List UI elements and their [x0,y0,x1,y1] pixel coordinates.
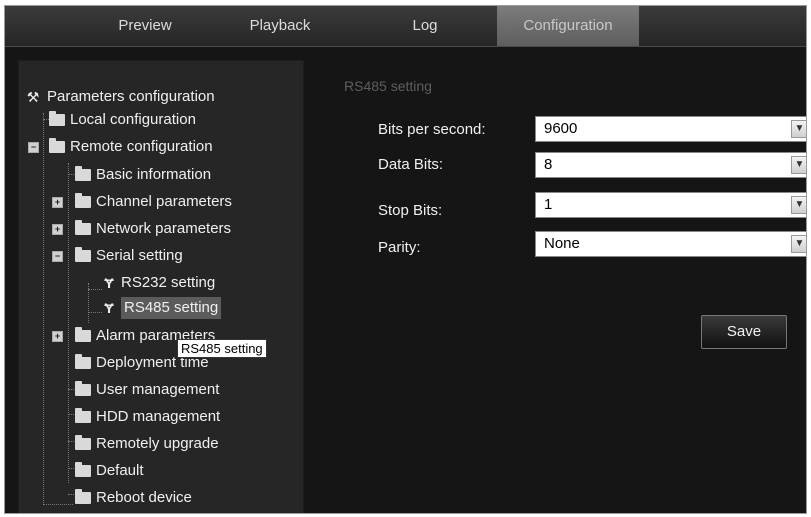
tree-item-local[interactable]: Local configuration [49,109,196,131]
folder-icon [75,462,91,477]
expand-channel-icon[interactable]: + [52,197,63,208]
tooltip: RS485 setting [177,339,267,358]
stop-bits-select[interactable]: 1 ▼ [535,192,806,218]
folder-icon [75,354,91,369]
tree-item-default[interactable]: Default [75,460,144,482]
wrench-icon: Ɏ [104,275,114,291]
tree-item-remote[interactable]: Remote configuration [49,136,213,158]
tab-preview[interactable]: Preview [85,6,205,46]
expand-alarm-icon[interactable]: + [52,331,63,342]
save-button[interactable]: Save [701,315,787,349]
bits-per-second-label: Bits per second: [378,121,486,138]
chevron-down-icon[interactable]: ▼ [791,235,806,253]
tree-item-basic[interactable]: Basic information [75,164,211,186]
folder-icon [75,489,91,504]
tree-item-reboot[interactable]: Reboot device [75,487,192,509]
parity-label: Parity: [378,239,421,256]
tree-item-serial[interactable]: Serial setting [75,245,183,267]
collapse-remote-icon[interactable]: − [28,142,39,153]
tree-item-upgrade[interactable]: Remotely upgrade [75,433,219,455]
bits-per-second-select[interactable]: 9600 ▼ [535,116,806,142]
tree-item-hdd[interactable]: HDD management [75,406,220,428]
collapse-serial-icon[interactable]: − [52,251,63,262]
folder-icon [75,247,91,262]
chevron-down-icon[interactable]: ▼ [791,196,806,214]
data-bits-label: Data Bits: [378,156,444,173]
folder-icon [75,408,91,423]
parity-select[interactable]: None ▼ [535,231,806,257]
chevron-down-icon[interactable]: ▼ [791,120,806,138]
chevron-down-icon[interactable]: ▼ [791,156,806,174]
tree-item-rs485[interactable]: Ɏ RS485 setting [103,297,222,319]
tab-playback[interactable]: Playback [220,6,340,46]
tools-icon: ⚒ [26,89,40,105]
folder-icon [49,138,65,153]
folder-icon [75,220,91,235]
folder-icon [75,435,91,450]
expand-network-icon[interactable]: + [52,224,63,235]
data-bits-select[interactable]: 8 ▼ [535,152,806,178]
config-tree: ⚒ Parameters configuration Local configu… [18,60,304,513]
wrench-icon: Ɏ [104,300,114,316]
folder-icon [75,381,91,396]
folder-icon [75,166,91,181]
tree-root[interactable]: ⚒ Parameters configuration [25,86,215,108]
tree-item-user[interactable]: User management [75,379,219,401]
tab-log[interactable]: Log [375,6,475,46]
folder-icon [49,111,65,126]
top-nav: Preview Playback Log Configuration [5,6,806,47]
folder-icon [75,327,91,342]
tree-item-network[interactable]: Network parameters [75,218,231,240]
folder-icon [75,193,91,208]
tree-item-channel[interactable]: Channel parameters [75,191,232,213]
tab-configuration[interactable]: Configuration [497,6,639,46]
section-title: RS485 setting [344,78,432,94]
app-window: Preview Playback Log Configuration ⚒ Par… [4,5,807,514]
tree-item-rs232[interactable]: Ɏ RS232 setting [103,272,215,294]
stop-bits-label: Stop Bits: [378,202,443,219]
